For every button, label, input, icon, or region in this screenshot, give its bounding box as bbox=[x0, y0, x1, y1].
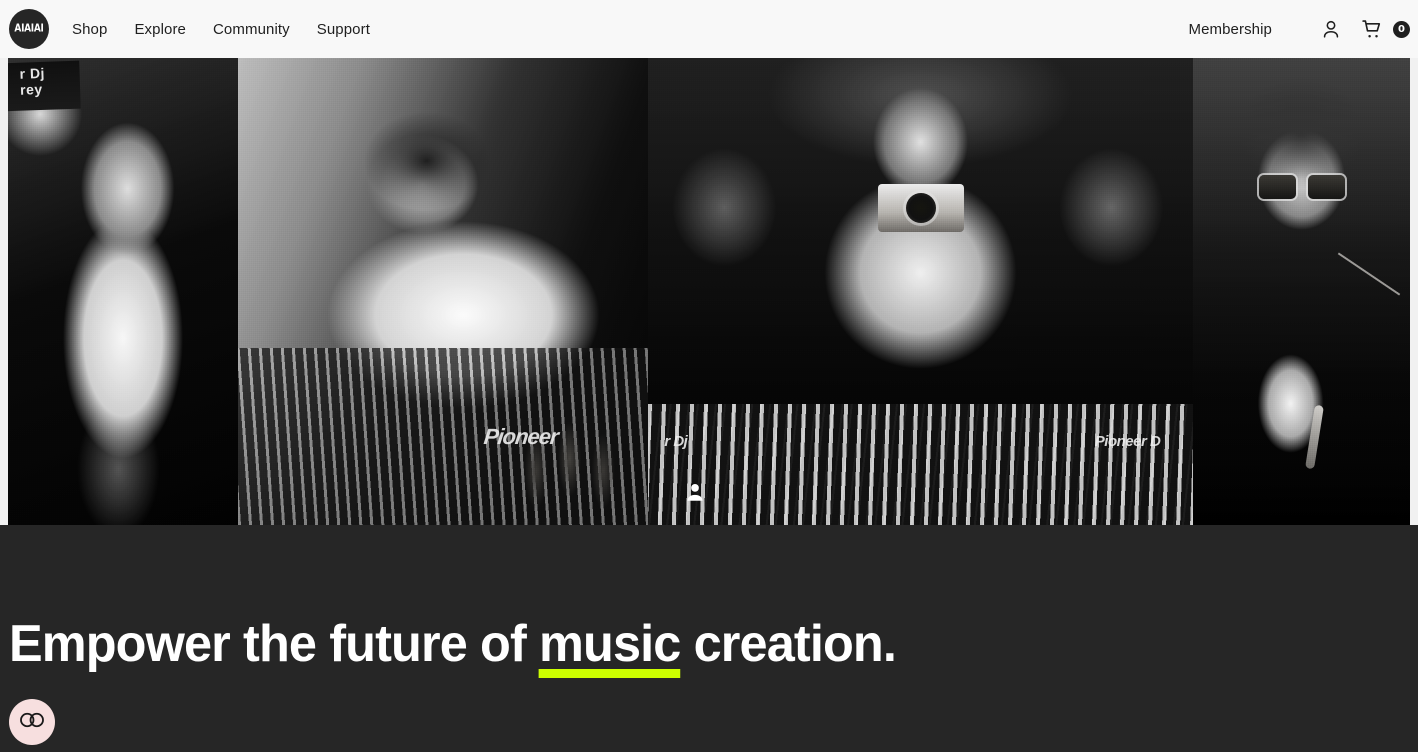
pioneer-brand-text: Pioneer bbox=[482, 424, 560, 450]
user-account-icon[interactable] bbox=[1316, 14, 1346, 44]
cookie-consent-button[interactable] bbox=[9, 699, 55, 745]
logo-text: AIAIAI bbox=[14, 23, 44, 35]
hero-image-gallery: r Dj rey Pioneer r Dj Pioneer D bbox=[0, 58, 1418, 525]
aiaiai-logo-icon[interactable]: AIAIAI bbox=[9, 9, 49, 49]
nav-item-support[interactable]: Support bbox=[317, 21, 370, 38]
gallery-panel-2[interactable]: Pioneer bbox=[238, 58, 648, 525]
gallery-panel-1[interactable]: r Dj rey bbox=[8, 58, 238, 525]
shopping-cart-icon bbox=[1357, 14, 1387, 44]
dj-deck-surface bbox=[648, 403, 1193, 525]
cart-button[interactable]: 0 bbox=[1357, 14, 1410, 44]
oversized-glasses bbox=[1258, 174, 1345, 199]
headline-text-trailing: creation. bbox=[680, 615, 897, 673]
nav-item-explore[interactable]: Explore bbox=[134, 21, 186, 38]
gallery-panel-3[interactable]: r Dj Pioneer D bbox=[648, 58, 1193, 525]
nav-item-community[interactable]: Community bbox=[213, 21, 290, 38]
hero-headline-block: Empower the future of music creation. bbox=[9, 615, 1409, 678]
gallery-edge-left bbox=[0, 58, 8, 525]
club-sign: r Dj rey bbox=[8, 60, 81, 112]
nav-item-membership[interactable]: Membership bbox=[1188, 21, 1272, 38]
site-header: AIAIAI Shop Explore Community Support Me… bbox=[0, 0, 1418, 58]
pioneer-brand-text: Pioneer D bbox=[1094, 433, 1161, 451]
header-utility-area: Membership 0 bbox=[1188, 14, 1410, 44]
club-sign-line-2: rey bbox=[19, 80, 43, 98]
cart-count-badge: 0 bbox=[1393, 20, 1410, 38]
gallery-panel-4[interactable] bbox=[1193, 58, 1410, 525]
pioneer-brand-text-left: r Dj bbox=[664, 433, 688, 451]
page-title: Empower the future of music creation. bbox=[9, 615, 1367, 678]
film-camera bbox=[877, 184, 964, 233]
gallery-edge-right bbox=[1410, 58, 1418, 525]
gallery-panel-1-image bbox=[8, 58, 238, 525]
primary-navigation: Shop Explore Community Support bbox=[72, 21, 370, 38]
cookie-consent-toggle-icon bbox=[19, 712, 45, 733]
nav-item-shop[interactable]: Shop bbox=[72, 21, 107, 38]
gallery-panel-4-image bbox=[1193, 58, 1410, 525]
person-avatar-icon bbox=[684, 481, 706, 503]
headline-accent-word: music bbox=[539, 615, 681, 678]
headline-text-leading: Empower the future of bbox=[9, 615, 540, 673]
